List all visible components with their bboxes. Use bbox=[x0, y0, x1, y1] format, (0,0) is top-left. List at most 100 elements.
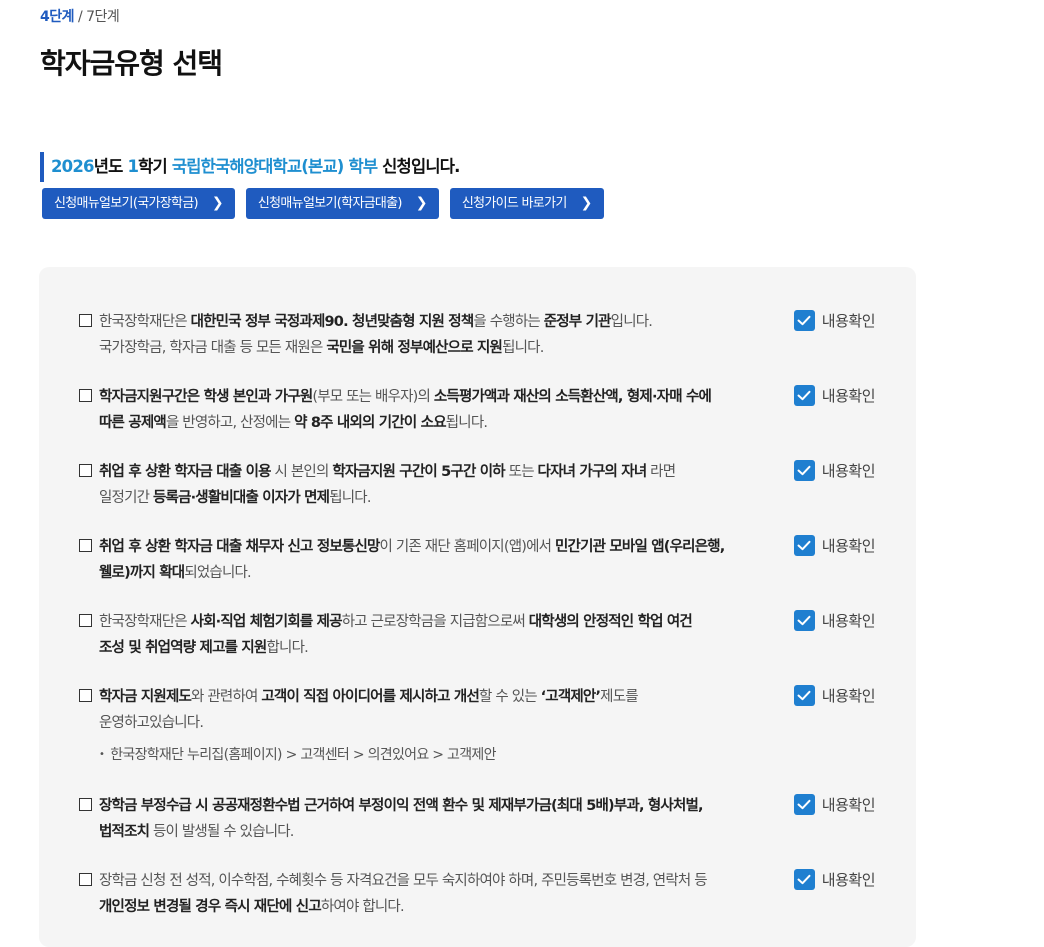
text-segment: 입니다. bbox=[610, 314, 653, 330]
agreement-panel bbox=[39, 267, 916, 947]
checkmark-icon[interactable] bbox=[793, 869, 815, 890]
checkmark-icon[interactable] bbox=[793, 610, 815, 631]
agreement-item: 한국장학재단은 대한민국 정부 국정과제90. 청년맞춤형 지원 정책을 수행하… bbox=[79, 309, 909, 361]
emphasized-text: 학자금 지원제도 bbox=[99, 689, 192, 705]
emphasized-text: 취업 후 상환 학자금 대출 채무자 신고 정보통신망 bbox=[99, 539, 380, 555]
emphasized-text: 법적조치 bbox=[99, 824, 150, 840]
emphasized-text: 대학생의 안정적인 학업 여건 bbox=[528, 614, 693, 630]
bullet-square-icon bbox=[79, 614, 92, 627]
checkmark-icon[interactable] bbox=[793, 460, 815, 481]
emphasized-text: 등록금·생활비대출 이자가 면제 bbox=[152, 490, 330, 506]
confirm-checkbox[interactable]: 내용확인 bbox=[793, 610, 876, 631]
emphasized-text: 개인정보 변경될 경우 즉시 재단에 신고 bbox=[99, 899, 322, 915]
agreement-text: 취업 후 상환 학자금 대출 이용 시 본인의 학자금지원 구간이 5구간 이하… bbox=[99, 459, 779, 511]
confirm-checkbox[interactable]: 내용확인 bbox=[793, 869, 876, 890]
text-segment: 제도를 bbox=[600, 689, 638, 705]
text-segment: 또는 bbox=[504, 464, 538, 480]
chevron-right-icon: ❯ bbox=[211, 195, 224, 211]
notice-term-suffix: 학기 bbox=[138, 157, 172, 176]
confirm-label: 내용확인 bbox=[821, 612, 876, 630]
confirm-checkbox[interactable]: 내용확인 bbox=[793, 385, 876, 406]
agreement-item: 학자금지원구간은 학생 본인과 가구원(부모 또는 배우자)의 소득평가액과 재… bbox=[79, 384, 909, 436]
application-guide-button[interactable]: 신청가이드 바로가기 ❯ bbox=[449, 188, 604, 219]
subnote-text: 한국장학재단 누리집(홈페이지) > 고객센터 > 의견있어요 > 고객제안 bbox=[110, 747, 496, 763]
agreement-text: 한국장학재단은 대한민국 정부 국정과제90. 청년맞춤형 지원 정책을 수행하… bbox=[99, 309, 779, 361]
notice-year: 2026 bbox=[51, 157, 95, 176]
manual-student-loan-button[interactable]: 신청매뉴얼보기(학자금대출) ❯ bbox=[245, 188, 439, 219]
button-label: 신청매뉴얼보기(학자금대출) bbox=[257, 196, 403, 211]
agreement-item: 장학금 부정수급 시 공공재정환수법 근거하여 부정이익 전액 환수 및 제재부… bbox=[79, 793, 909, 845]
text-segment: 되었습니다. bbox=[184, 565, 251, 581]
checkmark-icon[interactable] bbox=[793, 685, 815, 706]
current-step: 4단계 bbox=[40, 9, 75, 25]
text-segment: 합니다. bbox=[266, 640, 308, 656]
agreement-item: 취업 후 상환 학자금 대출 채무자 신고 정보통신망이 기존 재단 홈페이지(… bbox=[79, 534, 909, 586]
text-segment: 와 관련하여 bbox=[191, 689, 262, 705]
total-steps: 7단계 bbox=[86, 9, 120, 25]
emphasized-text: 웰로)까지 확대 bbox=[99, 565, 185, 581]
notice-tail: 신청입니다. bbox=[377, 157, 460, 176]
checkmark-icon[interactable] bbox=[793, 794, 815, 815]
emphasized-text: 학자금지원 구간이 5구간 이하 bbox=[332, 464, 505, 480]
emphasized-text: 준정부 기관 bbox=[543, 314, 612, 330]
text-segment: 을 반영하고, 산정에는 bbox=[165, 415, 295, 431]
text-segment: 됩니다. bbox=[445, 415, 488, 431]
emphasized-text: 취업 후 상환 학자금 대출 이용 bbox=[99, 464, 272, 480]
emphasized-text: 장학금 부정수급 시 공공재정환수법 근거하여 부정이익 전액 환수 및 제재부… bbox=[99, 798, 704, 814]
text-segment: (부모 또는 배우자)의 bbox=[312, 389, 434, 405]
bullet-dot-icon: • bbox=[99, 749, 105, 760]
guide-button-row: 신청매뉴얼보기(국가장학금) ❯ 신청매뉴얼보기(학자금대출) ❯ 신청가이드 바로… bbox=[42, 188, 604, 219]
emphasized-text: 대한민국 정부 국정과제90. 청년맞춤형 지원 정책 bbox=[190, 314, 475, 330]
confirm-label: 내용확인 bbox=[821, 387, 876, 405]
checkmark-icon[interactable] bbox=[793, 385, 815, 406]
agreement-text: 학자금 지원제도와 관련하여 고객이 직접 아이디어를 제시하고 개선할 수 있… bbox=[99, 684, 779, 736]
application-notice: 2026년도 1학기 국립한국해양대학교(본교) 학부 신청입니다. bbox=[40, 152, 460, 182]
text-segment: 이 기존 재단 홈페이지(앱)에서 bbox=[379, 539, 555, 555]
text-segment: 됩니다. bbox=[502, 340, 544, 356]
agreement-item: 장학금 신청 전 성적, 이수학점, 수혜횟수 등 자격요건을 모두 숙지하여야… bbox=[79, 868, 909, 920]
bullet-square-icon bbox=[79, 689, 92, 702]
bullet-square-icon bbox=[79, 389, 92, 402]
text-segment: 국가장학금, 학자금 대출 등 모든 재원은 bbox=[99, 340, 327, 356]
text-segment: 시 본인의 bbox=[270, 464, 333, 480]
text-segment: 한국장학재단은 bbox=[99, 314, 191, 330]
chevron-right-icon: ❯ bbox=[415, 195, 428, 211]
bullet-square-icon bbox=[79, 464, 92, 477]
agreement-text: 한국장학재단은 사회·직업 체험기회를 제공하고 근로장학금을 지급함으로써 대… bbox=[99, 609, 779, 661]
bullet-square-icon bbox=[79, 873, 92, 886]
confirm-label: 내용확인 bbox=[821, 537, 876, 555]
notice-term: 1 bbox=[127, 157, 139, 176]
text-segment: 을 수행하는 bbox=[473, 314, 544, 330]
emphasized-text: 학자금지원구간은 학생 본인과 가구원 bbox=[99, 389, 313, 405]
text-segment: 한국장학재단은 bbox=[99, 614, 191, 630]
confirm-checkbox[interactable]: 내용확인 bbox=[793, 460, 876, 481]
confirm-label: 내용확인 bbox=[821, 312, 876, 330]
bullet-square-icon bbox=[79, 798, 92, 811]
notice-year-suffix: 년도 bbox=[93, 157, 128, 176]
confirm-checkbox[interactable]: 내용확인 bbox=[793, 310, 876, 331]
confirm-checkbox[interactable]: 내용확인 bbox=[793, 794, 876, 815]
emphasized-text: 다자녀 가구의 자녀 bbox=[537, 464, 648, 480]
checkmark-icon[interactable] bbox=[793, 310, 815, 331]
text-segment: 일정기간 bbox=[99, 490, 153, 506]
bullet-square-icon bbox=[79, 539, 92, 552]
confirm-label: 내용확인 bbox=[821, 796, 876, 814]
emphasized-text: 조성 및 취업역량 제고를 지원 bbox=[99, 640, 267, 656]
confirm-label: 내용확인 bbox=[821, 687, 876, 705]
text-segment: 라면 bbox=[646, 464, 676, 480]
confirm-checkbox[interactable]: 내용확인 bbox=[793, 535, 876, 556]
agreement-text: 장학금 부정수급 시 공공재정환수법 근거하여 부정이익 전액 환수 및 제재부… bbox=[99, 793, 779, 845]
checkmark-icon[interactable] bbox=[793, 535, 815, 556]
manual-national-scholarship-button[interactable]: 신청매뉴얼보기(국가장학금) ❯ bbox=[42, 188, 235, 219]
agreement-item: 취업 후 상환 학자금 대출 이용 시 본인의 학자금지원 구간이 5구간 이하… bbox=[79, 459, 909, 511]
button-label: 신청가이드 바로가기 bbox=[461, 196, 567, 211]
agreement-text: 장학금 신청 전 성적, 이수학점, 수혜횟수 등 자격요건을 모두 숙지하여야… bbox=[99, 868, 779, 920]
confirm-checkbox[interactable]: 내용확인 bbox=[793, 685, 876, 706]
bullet-square-icon bbox=[79, 314, 92, 327]
text-segment: 등이 발생될 수 있습니다. bbox=[149, 824, 294, 840]
agreement-item: 한국장학재단은 사회·직업 체험기회를 제공하고 근로장학금을 지급함으로써 대… bbox=[79, 609, 909, 661]
confirm-label: 내용확인 bbox=[821, 871, 876, 889]
emphasized-text: 민간기관 모바일 앱(우리은행, bbox=[554, 539, 725, 555]
emphasized-text: 약 8주 내외의 기간이 소요 bbox=[294, 415, 446, 431]
emphasized-text: ‘고객제안’ bbox=[540, 689, 601, 705]
